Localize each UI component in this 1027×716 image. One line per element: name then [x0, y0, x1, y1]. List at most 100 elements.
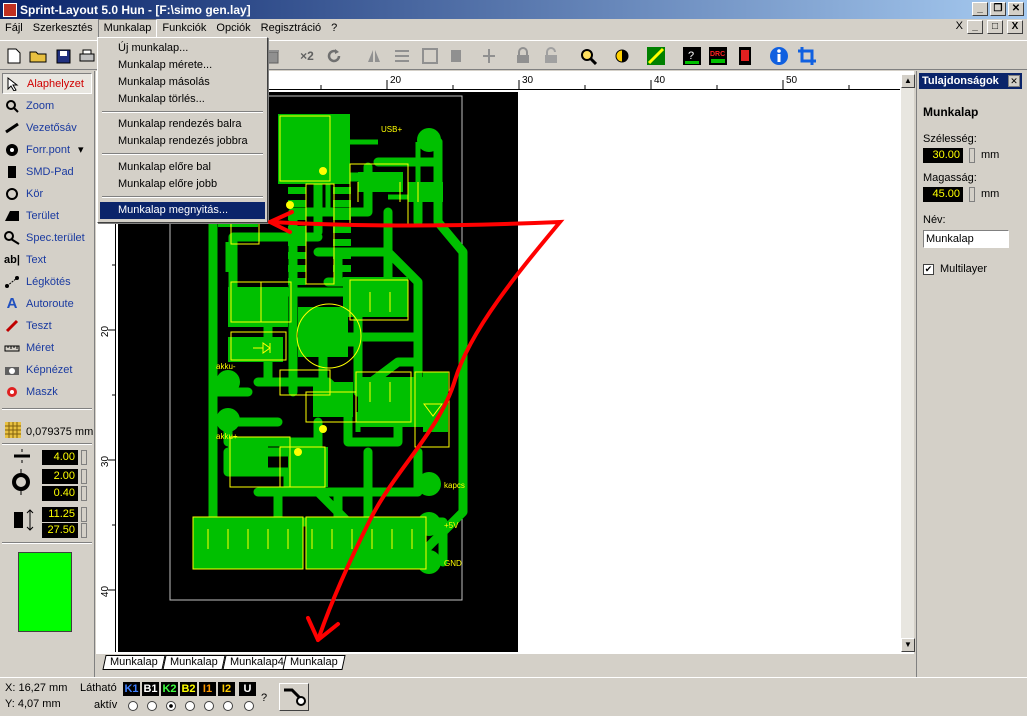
- print-icon[interactable]: [76, 45, 98, 67]
- mdi-close-button[interactable]: X: [1007, 20, 1023, 34]
- drc-icon[interactable]: DRC: [707, 45, 729, 67]
- active-radio-b1[interactable]: [147, 701, 157, 711]
- new-file-icon[interactable]: [3, 45, 25, 67]
- tab-workspace-1[interactable]: Munkalap: [102, 655, 166, 670]
- active-radio-k2[interactable]: [166, 701, 176, 711]
- group-icon[interactable]: [419, 45, 441, 67]
- scroll-up-icon[interactable]: ▲: [901, 74, 915, 88]
- duplicate-button[interactable]: ×2: [296, 45, 318, 67]
- layer-u[interactable]: U: [239, 682, 256, 696]
- height-spinner[interactable]: [969, 187, 975, 202]
- smd-width-field[interactable]: 11.25: [42, 507, 78, 522]
- save-icon[interactable]: [52, 45, 74, 67]
- maximize-button[interactable]: ❐: [990, 2, 1006, 16]
- info-icon[interactable]: [768, 45, 790, 67]
- align-icon[interactable]: [391, 45, 413, 67]
- tool-text[interactable]: ab| Text: [2, 249, 92, 270]
- tool-select[interactable]: Alaphelyzet: [2, 73, 92, 94]
- component-icon[interactable]: [445, 45, 467, 67]
- menu-move-right[interactable]: Munkalap előre jobb: [100, 176, 265, 193]
- tab-workspace-2[interactable]: Munkalap: [162, 655, 226, 670]
- layer-help[interactable]: ?: [261, 692, 267, 704]
- smd-width-spinner[interactable]: [81, 507, 87, 522]
- menu-registration[interactable]: Regisztráció: [256, 19, 327, 38]
- menu-workspace[interactable]: Munkalap: [97, 19, 158, 38]
- active-radio-u[interactable]: [244, 701, 254, 711]
- layer-k2[interactable]: K2: [161, 682, 178, 696]
- mdi-minimize-button[interactable]: _: [967, 20, 983, 34]
- menu-help[interactable]: ?: [326, 19, 342, 38]
- smd-height-spinner[interactable]: [81, 523, 87, 538]
- board-view-icon[interactable]: [645, 45, 667, 67]
- menu-sort-left[interactable]: Munkalap rendezés balra: [100, 116, 265, 133]
- menu-file[interactable]: Fájl: [0, 19, 28, 38]
- active-radio-i1[interactable]: [204, 701, 214, 711]
- vertical-scrollbar[interactable]: ▲ ▼: [900, 74, 915, 652]
- tool-circle[interactable]: Kör: [2, 183, 92, 204]
- mdi-restore-button[interactable]: □: [987, 20, 1003, 34]
- menu-functions[interactable]: Funkciók: [157, 19, 211, 38]
- macro-icon[interactable]: [734, 45, 756, 67]
- tool-zoom[interactable]: Zoom: [2, 95, 92, 116]
- pad-outer-field[interactable]: 2.00: [42, 469, 78, 484]
- layer-b2[interactable]: B2: [180, 682, 197, 696]
- crop-icon[interactable]: [796, 45, 818, 67]
- menu-options[interactable]: Opciók: [211, 19, 255, 38]
- close-button[interactable]: ✕: [1008, 2, 1024, 16]
- width-spinner[interactable]: [969, 148, 975, 163]
- active-radio-i2[interactable]: [223, 701, 233, 711]
- info-check-icon[interactable]: ?: [681, 45, 703, 67]
- tool-autoroute[interactable]: A Autoroute: [2, 293, 92, 314]
- active-radio-k1[interactable]: [128, 701, 138, 711]
- multilayer-checkbox[interactable]: ✔: [923, 264, 934, 275]
- width-field[interactable]: 30.00: [923, 148, 963, 163]
- rotate-icon[interactable]: [323, 45, 345, 67]
- mdi-close-glyph[interactable]: X: [956, 20, 963, 34]
- connection-mode-button[interactable]: [279, 683, 309, 711]
- open-folder-icon[interactable]: [27, 45, 49, 67]
- menu-new-workspace[interactable]: Új munkalap...: [100, 40, 265, 57]
- mirror-icon[interactable]: [363, 45, 385, 67]
- height-field[interactable]: 45.00: [923, 187, 963, 202]
- menu-workspace-size[interactable]: Munkalap mérete...: [100, 57, 265, 74]
- smd-height-field[interactable]: 27.50: [42, 523, 78, 538]
- layer-k1[interactable]: K1: [123, 682, 140, 696]
- layer-i2[interactable]: I2: [218, 682, 235, 696]
- layer-i1[interactable]: I1: [199, 682, 216, 696]
- menu-open-workspace[interactable]: Munkalap megnyitás...: [100, 202, 265, 219]
- panel-close-icon[interactable]: ✕: [1008, 75, 1020, 87]
- tool-airwire[interactable]: Légkötés: [2, 271, 92, 292]
- tab-workspace-active[interactable]: Munkalap: [282, 655, 346, 670]
- active-radio-b2[interactable]: [185, 701, 195, 711]
- menu-sort-right[interactable]: Munkalap rendezés jobbra: [100, 133, 265, 150]
- unlock-icon[interactable]: [540, 45, 562, 67]
- chevron-down-icon[interactable]: ▾: [78, 143, 84, 156]
- menu-copy-workspace[interactable]: Munkalap másolás: [100, 74, 265, 91]
- track-width-spinner[interactable]: [81, 450, 87, 465]
- tool-mask[interactable]: Maszk: [2, 381, 92, 402]
- lock-icon[interactable]: [512, 45, 534, 67]
- pad-outer-spinner[interactable]: [81, 469, 87, 484]
- layer-color-preview[interactable]: [18, 552, 72, 632]
- menu-move-left[interactable]: Munkalap előre bal: [100, 159, 265, 176]
- tool-pad[interactable]: Forr.pont ▾: [2, 139, 92, 160]
- tool-special-zone[interactable]: Spec.terület: [2, 227, 92, 248]
- menu-edit[interactable]: Szerkesztés: [28, 19, 98, 38]
- tool-smd[interactable]: SMD-Pad: [2, 161, 92, 182]
- grid-setting[interactable]: 0,079375 mm: [4, 421, 93, 442]
- track-width-field[interactable]: 4.00: [42, 450, 78, 465]
- tab-workspace-4[interactable]: Munkalap4: [222, 655, 292, 670]
- tool-zone[interactable]: Terület: [2, 205, 92, 226]
- pad-inner-field[interactable]: 0.40: [42, 486, 78, 501]
- tool-track[interactable]: Vezetősáv: [2, 117, 92, 138]
- zoom-icon[interactable]: [577, 45, 599, 67]
- tool-image-view[interactable]: Képnézet: [2, 359, 92, 380]
- minimize-button[interactable]: _: [972, 2, 988, 16]
- pad-inner-spinner[interactable]: [81, 486, 87, 501]
- tool-measure[interactable]: Méret: [2, 337, 92, 358]
- scroll-down-icon[interactable]: ▼: [901, 638, 915, 652]
- layer-b1[interactable]: B1: [142, 682, 159, 696]
- layer-icon[interactable]: [478, 45, 500, 67]
- tool-test[interactable]: Teszt: [2, 315, 92, 336]
- menu-delete-workspace[interactable]: Munkalap törlés...: [100, 91, 265, 108]
